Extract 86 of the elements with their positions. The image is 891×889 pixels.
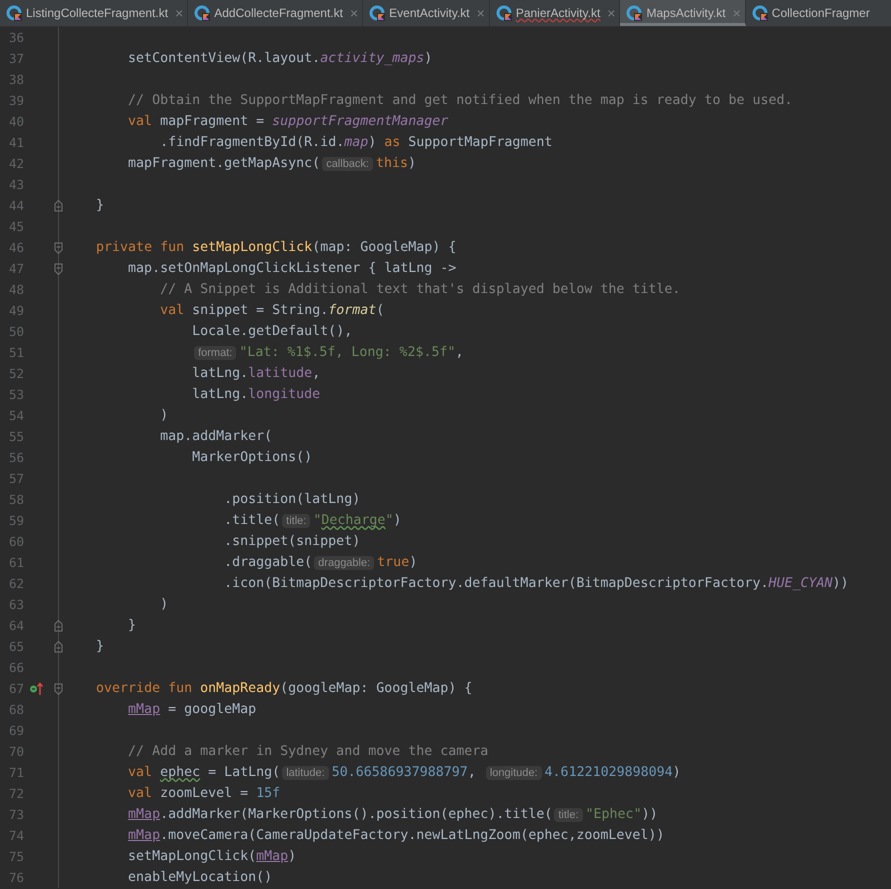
line-number: 76 xyxy=(8,870,24,885)
line-number: 73 xyxy=(8,807,24,822)
line-number: 74 xyxy=(8,828,24,843)
line-number: 63 xyxy=(8,597,24,612)
line-number: 62 xyxy=(8,576,24,591)
code-line: mMap.addMarker(MarkerOptions().position(ephec).title( title: "Ephec")) xyxy=(127,807,658,822)
close-icon[interactable]: × xyxy=(175,5,184,21)
code-line: ) xyxy=(159,597,168,612)
line-number: 51 xyxy=(8,345,24,360)
line-number: 75 xyxy=(8,849,24,864)
line-number: 40 xyxy=(8,114,24,129)
line-number: 60 xyxy=(8,534,24,549)
code-line: } xyxy=(127,618,136,633)
file-icon xyxy=(369,5,386,21)
code-line: map.addMarker( xyxy=(159,429,272,444)
code-line: // Obtain the SupportMapFragment and get notified when the map is ready to be used. xyxy=(127,93,792,108)
line-number: 66 xyxy=(8,660,24,675)
code-line: mapFragment.getMapAsync( callback: this) xyxy=(127,156,416,171)
line-number: 46 xyxy=(8,240,24,255)
code-line: override fun onMapReady(googleMap: GoogleMap) { xyxy=(95,681,472,696)
line-number: 42 xyxy=(8,156,24,171)
code-line: MarkerOptions() xyxy=(191,450,312,465)
line-number: 59 xyxy=(8,513,24,528)
file-icon xyxy=(194,5,210,21)
line-number: 69 xyxy=(8,723,24,738)
code-line: .snippet(snippet) xyxy=(223,534,360,549)
code-line: // A Snippet is Additional text that's displayed below the title. xyxy=(159,282,680,297)
code-line: latLng.longitude xyxy=(191,387,320,402)
code-line: setMapLongClick(mMap) xyxy=(127,849,296,864)
line-number: 39 xyxy=(8,93,24,108)
code-line: latLng.latitude, xyxy=(191,366,320,381)
code-line: .findFragmentById(R.id.map) as SupportMapFragment xyxy=(159,135,552,150)
code-line: } xyxy=(95,639,104,654)
close-icon[interactable]: × xyxy=(607,5,616,21)
code-line: enableMyLocation() xyxy=(127,870,272,885)
line-number: 47 xyxy=(8,261,24,276)
line-number: 71 xyxy=(8,765,24,780)
line-number: 55 xyxy=(8,429,24,444)
code-line: private fun setMapLongClick(map: GoogleMap) { xyxy=(95,240,456,255)
file-icon xyxy=(626,5,642,21)
code-line: .title( title: "Decharge") xyxy=(223,513,402,528)
line-number: 49 xyxy=(8,303,24,318)
line-number: 53 xyxy=(8,387,24,402)
code-line: map.setOnMapLongClickListener { latLng -> xyxy=(127,261,456,276)
file-icon xyxy=(752,5,768,21)
file-icon xyxy=(496,5,512,21)
line-number: 58 xyxy=(8,492,24,507)
code-line: val zoomLevel = 15f xyxy=(127,786,280,801)
line-number: 57 xyxy=(8,471,24,486)
code-line: val mapFragment = supportFragmentManager xyxy=(127,114,448,129)
line-number: 44 xyxy=(8,198,24,213)
line-number: 65 xyxy=(8,639,24,654)
line-number: 70 xyxy=(8,744,24,759)
file-tab[interactable]: MapsActivity.kt × xyxy=(620,0,746,26)
line-number: 36 xyxy=(8,30,24,45)
code-line: setContentView(R.layout.activity_maps) xyxy=(127,51,432,66)
code-line: // Add a marker in Sydney and move the camera xyxy=(127,744,488,759)
code-line: } xyxy=(95,198,104,213)
line-number: 54 xyxy=(8,408,24,423)
line-number: 67 xyxy=(8,681,24,696)
code-line: .draggable( draggable: true) xyxy=(223,555,418,570)
close-icon[interactable]: × xyxy=(476,5,485,21)
code-line: .icon(BitmapDescriptorFactory.defaultMarker(BitmapDescriptorFactory.HUE_CYAN)) xyxy=(223,576,849,591)
code-line: mMap.moveCamera(CameraUpdateFactory.newLatLngZoom(ephec,zoomLevel)) xyxy=(127,828,664,843)
code-line: val ephec = LatLng( latitude: 50.66586937988797, longitude: 4.61221029898094) xyxy=(127,765,681,780)
line-number: 50 xyxy=(8,324,24,339)
close-icon[interactable]: × xyxy=(350,5,358,21)
code-line: Locale.getDefault(), xyxy=(191,324,352,339)
line-number: 41 xyxy=(8,135,24,150)
line-number: 45 xyxy=(8,219,24,234)
line-number: 72 xyxy=(8,786,24,801)
line-number: 56 xyxy=(8,450,24,465)
code-line: .position(latLng) xyxy=(223,492,360,507)
code-line: val snippet = String.format( xyxy=(159,303,384,318)
code-line: format: "Lat: %1$.5f, Long: %2$.5f", xyxy=(64,345,464,360)
line-number: 52 xyxy=(8,366,24,381)
line-number: 61 xyxy=(8,555,24,570)
line-number: 68 xyxy=(8,702,24,717)
code-line: mMap = googleMap xyxy=(127,702,256,717)
line-number: 64 xyxy=(8,618,24,633)
line-number: 37 xyxy=(8,51,24,66)
line-number: 48 xyxy=(8,282,24,297)
file-icon xyxy=(6,5,22,21)
code-line: ) xyxy=(159,408,168,423)
line-number: 38 xyxy=(8,72,24,87)
line-number: 43 xyxy=(8,177,24,192)
